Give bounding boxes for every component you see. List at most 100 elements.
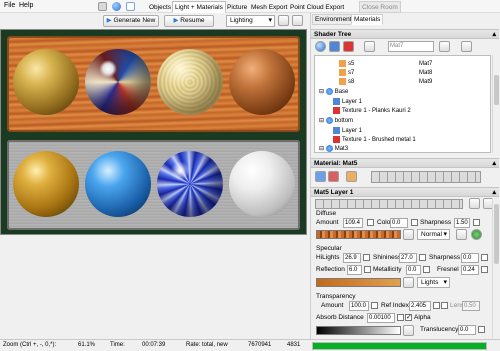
reflection-field[interactable]: 6.0 [347,265,362,275]
material-sphere-3[interactable] [157,49,223,115]
facebook-icon[interactable] [126,2,135,11]
folder-icon[interactable] [98,2,107,11]
lens-field[interactable]: 0.50 [462,301,480,311]
globe-icon[interactable] [471,229,482,240]
collapse-icon[interactable]: ⊟ [319,146,326,152]
diffuse-sharpness-field[interactable]: 1.50 [454,218,470,228]
rename-icon[interactable] [439,41,450,52]
tab-mesh-export[interactable]: Mesh Export [248,1,291,13]
tab-materials[interactable]: Materials [351,14,384,25]
specular-sharpness-checkbox[interactable] [481,254,488,261]
menu-file[interactable]: File [4,2,15,9]
render-viewport[interactable] [0,29,307,235]
fresnel-field[interactable]: 0.24 [461,265,479,275]
tree-row[interactable]: s5 [339,60,354,69]
material-sphere-6[interactable] [85,151,151,217]
ref-index-checkbox[interactable] [433,302,440,309]
translucency-checkbox[interactable] [478,326,485,333]
paint-icon[interactable] [346,171,357,182]
material-sphere-1[interactable] [13,49,79,115]
material-sphere-7[interactable] [157,151,223,217]
close-room-button[interactable]: Close Room [359,1,401,13]
metallicity-field[interactable]: 0.0 [406,265,421,275]
tree-row[interactable]: Texture 1 - Brushed metal 1 [333,136,416,145]
resume-button[interactable]: ▶ Resume [164,15,214,27]
tab-light-materials[interactable]: Light + Materials [172,1,226,13]
new-material-icon[interactable] [315,171,326,182]
ref-index-field[interactable]: 2.405 [409,301,431,311]
paint-icon[interactable] [403,277,414,288]
tree-scrollbar-thumb[interactable] [494,75,499,105]
tree-row[interactable]: s7 [339,69,354,78]
refresh-icon[interactable] [278,15,289,26]
settings-icon[interactable] [292,15,303,26]
hilights-checkbox[interactable] [363,254,370,261]
specular-color-swatch[interactable] [316,278,401,287]
diffuse-texture-swatch[interactable] [316,230,401,239]
absorb-distance-checkbox[interactable] [397,314,404,321]
delete-material-icon[interactable] [328,171,339,182]
copy-icon[interactable] [364,41,375,52]
globe-icon[interactable] [112,2,121,11]
paint-icon[interactable] [403,229,414,240]
transparency-amount-checkbox[interactable] [371,302,378,309]
properties-scrollbar-thumb[interactable] [494,204,499,264]
tree-row[interactable]: Texture 1 - Planks Kauri 2 [333,107,411,116]
material-sphere-8[interactable] [229,151,295,217]
collapse-icon[interactable]: ⊟ [319,118,326,124]
tree-row[interactable]: s8 [339,78,354,87]
specular-sharpness-field[interactable]: 0.0 [461,253,479,263]
diffuse-mode-select[interactable]: Normal [417,229,450,240]
transparency-amount-field[interactable]: 100.0 [349,301,369,311]
shininess-field[interactable]: 27.0 [399,253,417,263]
diffuse-amount-field[interactable]: 109.4 [343,218,363,228]
specular-mode-select[interactable]: Lights [417,277,450,288]
shader-tree-header[interactable]: Shader Tree [311,29,499,39]
transparency-gradient-swatch[interactable] [316,326,401,335]
diffuse-amount-checkbox[interactable] [367,219,374,226]
pencil-icon[interactable] [469,198,480,209]
tree-row[interactable]: ⊟ Base [319,88,348,97]
texture-icon[interactable] [343,41,354,52]
tab-picture[interactable]: Picture [224,1,250,13]
menu-help[interactable]: Help [19,2,33,9]
fresnel-checkbox[interactable] [481,266,488,273]
material-sphere-4[interactable] [229,49,295,115]
tree-row[interactable]: Layer 1 [333,98,362,107]
translucency-field[interactable]: 0.0 [458,325,476,335]
reflection-checkbox[interactable] [364,266,371,273]
generate-new-button[interactable]: ▶ Generate New [103,15,159,27]
tab-objects[interactable]: Objects [146,1,174,13]
tab-point-cloud-export[interactable]: Point Cloud Export [287,1,347,13]
grid-icon[interactable] [456,229,467,240]
tab-environment[interactable]: Environment [312,14,355,25]
layer-icon[interactable] [329,41,340,52]
properties-scrollbar[interactable] [492,198,499,338]
shininess-checkbox[interactable] [419,254,426,261]
diffuse-color-field[interactable]: 0.0 [390,218,408,228]
metallicity-checkbox[interactable] [423,266,430,273]
diffuse-color-checkbox[interactable] [411,219,418,226]
sphere-icon[interactable] [315,41,326,52]
collapse-icon[interactable]: ⊟ [319,89,326,95]
tree-row[interactable]: Layer 1 [333,127,362,136]
tree-scrollbar[interactable] [492,55,499,153]
material-name-input[interactable]: Mat7 [388,41,434,52]
lighting-select[interactable]: Lighting [226,15,275,27]
lens-checkbox[interactable] [441,302,448,309]
material-slots[interactable] [371,171,481,183]
alpha-checkbox[interactable] [405,313,412,321]
paint-icon[interactable] [403,325,414,336]
hilights-field[interactable]: 26.9 [343,253,361,263]
material-header[interactable]: Material: Mat5 [311,158,499,168]
brush-icon[interactable] [461,41,472,52]
material-sphere-5[interactable] [13,151,79,217]
shader-tree[interactable]: s5 Mat7 s7 Mat8 s8 Mat9 ⊟ Base Layer 1 T… [314,55,491,153]
absorb-distance-field[interactable]: 0.00100 [367,313,395,323]
layer-slots[interactable] [315,199,463,209]
tree-row[interactable]: ⊟ bottom [319,117,353,126]
material-sphere-2[interactable] [85,49,151,115]
layer-header[interactable]: Mat5 Layer 1 [311,187,499,197]
diffuse-sharpness-checkbox[interactable] [473,219,480,226]
tree-row[interactable]: ⊟ Mat3 [319,145,348,152]
